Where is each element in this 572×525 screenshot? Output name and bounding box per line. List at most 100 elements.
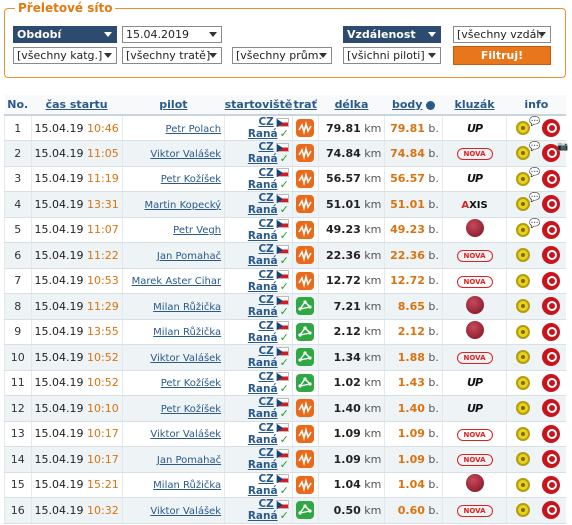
flight-detail-icon[interactable] xyxy=(516,503,531,518)
flight-detail-icon[interactable] xyxy=(516,121,531,135)
launch-site-link[interactable]: Raná xyxy=(248,510,278,522)
pilot-link[interactable]: Petr Vegh xyxy=(173,225,221,236)
track-icon[interactable] xyxy=(296,501,315,520)
launch-site-link[interactable]: Raná xyxy=(248,459,278,471)
flight-detail-icon[interactable] xyxy=(516,401,531,416)
pilot-link[interactable]: Milan Růžička xyxy=(153,302,221,313)
table-row[interactable]: 2 15.04.19 11:05 Viktor Valášek CZ Raná ✓ 74.8… xyxy=(4,140,568,167)
launch-site-link[interactable]: Raná xyxy=(248,179,278,191)
flight-detail-icon[interactable] xyxy=(516,452,531,467)
pilot-link[interactable]: Viktor Valášek xyxy=(150,506,221,517)
pilot-link[interactable]: Petr Kožíšek xyxy=(161,174,221,185)
launch-site-link[interactable]: Raná xyxy=(248,357,278,369)
table-row[interactable]: 8 15.04.19 11:29 Milan Růžička CZ Raná ✓ 7.21 … xyxy=(4,293,566,320)
table-row[interactable]: 14 15.04.19 10:17 Jan Pomahač CZ Raná ✓ 1.09 k… xyxy=(4,446,566,473)
pilot-link[interactable]: Jan Pomahač xyxy=(157,455,221,466)
pilot-select[interactable]: [všichni piloti] xyxy=(343,47,441,64)
flight-detail-icon[interactable] xyxy=(516,299,531,314)
track-icon[interactable] xyxy=(296,195,315,214)
magnifier-icon[interactable] xyxy=(542,373,561,392)
comment-icon[interactable]: 💬 xyxy=(529,193,540,203)
launch-site-link[interactable]: Raná xyxy=(248,434,278,446)
country-code[interactable]: CZ xyxy=(258,320,273,332)
distance-select[interactable]: Vzdálenost xyxy=(343,26,441,43)
comment-icon[interactable]: 💬 xyxy=(529,168,540,178)
table-row[interactable]: 7 15.04.19 10:53 Marek Aster Cihar CZ Raná ✓ 1… xyxy=(4,268,566,294)
country-code[interactable]: CZ xyxy=(258,192,273,204)
country-code[interactable]: CZ xyxy=(258,243,273,255)
pilot-link[interactable]: Jan Pomahač xyxy=(157,251,221,262)
country-code[interactable]: CZ xyxy=(258,498,273,510)
country-code[interactable]: CZ xyxy=(258,167,273,179)
track-icon[interactable] xyxy=(296,169,315,188)
launch-site-link[interactable]: Raná xyxy=(248,230,278,242)
table-row[interactable]: 12 15.04.19 10:10 Petr Kožíšek CZ Raná ✓ 1.40 … xyxy=(4,395,566,422)
flight-detail-icon[interactable] xyxy=(516,146,531,161)
magnifier-icon[interactable] xyxy=(542,195,561,214)
track-icon[interactable] xyxy=(296,271,315,290)
launch-site-link[interactable]: Raná xyxy=(248,306,278,318)
col-pilot[interactable]: pilot xyxy=(122,95,225,116)
table-row[interactable]: 3 15.04.19 11:19 Petr Kožíšek CZ Raná ✓ 56.57 … xyxy=(4,166,566,192)
magnifier-icon[interactable] xyxy=(542,450,561,469)
category-select[interactable]: [všechny katg.] xyxy=(13,47,117,64)
launch-site-link[interactable]: Raná xyxy=(248,281,278,293)
track-icon[interactable] xyxy=(296,220,315,239)
launch-site-link[interactable]: Raná xyxy=(248,408,278,420)
magnifier-icon[interactable] xyxy=(542,220,561,239)
col-points-label[interactable]: body xyxy=(392,98,422,111)
magnifier-icon[interactable] xyxy=(542,424,561,443)
pilot-link[interactable]: Viktor Valášek xyxy=(150,353,221,364)
country-code[interactable]: CZ xyxy=(258,116,273,128)
flight-detail-icon[interactable] xyxy=(516,477,531,492)
country-code[interactable]: CZ xyxy=(258,422,273,434)
flight-detail-icon[interactable] xyxy=(516,171,531,186)
flight-detail-icon[interactable] xyxy=(516,273,531,288)
pilot-link[interactable]: Viktor Valášek xyxy=(150,149,221,160)
filter-button[interactable]: Filtruj! xyxy=(453,46,551,65)
country-code[interactable]: CZ xyxy=(258,269,273,281)
country-code[interactable]: CZ xyxy=(258,396,273,408)
magnifier-icon[interactable] xyxy=(542,475,561,494)
comment-icon[interactable]: 💬 xyxy=(529,117,540,127)
track-icon[interactable] xyxy=(296,373,315,392)
magnifier-icon[interactable] xyxy=(542,348,561,367)
magnifier-icon[interactable] xyxy=(542,322,561,341)
launch-site-link[interactable]: Raná xyxy=(248,204,278,216)
pilot-link[interactable]: Milan Růžička xyxy=(153,480,221,491)
distance-range-select[interactable]: [všechny vzdál. xyxy=(453,26,551,43)
comment-icon[interactable]: 💬 xyxy=(529,142,540,152)
track-icon[interactable] xyxy=(296,144,315,163)
track-icon[interactable] xyxy=(296,399,315,418)
track-select[interactable]: [všechny tratě] xyxy=(122,47,222,64)
pilot-link[interactable]: Viktor Valášek xyxy=(150,429,221,440)
period-select[interactable]: Období xyxy=(13,26,117,43)
table-row[interactable]: 10 15.04.19 10:52 Viktor Valášek CZ Raná ✓ 1.3… xyxy=(4,344,566,371)
magnifier-icon[interactable] xyxy=(542,169,561,188)
track-icon[interactable] xyxy=(296,450,315,469)
col-glider[interactable]: kluzák xyxy=(442,95,507,116)
track-icon[interactable] xyxy=(296,119,315,137)
country-code[interactable]: CZ xyxy=(258,218,273,230)
table-row[interactable]: 6 15.04.19 11:22 Jan Pomahač CZ Raná ✓ 22.36 k… xyxy=(4,242,566,269)
col-points[interactable]: body xyxy=(384,95,443,116)
country-code[interactable]: CZ xyxy=(258,473,273,485)
table-row[interactable]: 16 15.04.19 10:32 Viktor Valášek CZ Raná ✓ 0.5… xyxy=(4,497,566,524)
flight-detail-icon[interactable] xyxy=(516,222,531,237)
table-row[interactable]: 13 15.04.19 10:17 Viktor Valášek CZ Raná ✓ 1.0… xyxy=(4,421,566,447)
comment-icon[interactable]: 💬 xyxy=(529,219,540,229)
flight-detail-icon[interactable] xyxy=(516,197,531,212)
magnifier-icon[interactable] xyxy=(542,246,561,265)
flight-detail-icon[interactable] xyxy=(516,426,531,441)
pilot-link[interactable]: Martin Kopecký xyxy=(144,200,221,211)
launch-site-link[interactable]: Raná xyxy=(248,128,278,140)
table-row[interactable]: 11 15.04.19 10:52 Petr Kožíšek CZ Raná ✓ 1.02 … xyxy=(4,370,566,396)
flight-detail-icon[interactable] xyxy=(516,324,531,339)
track-icon[interactable] xyxy=(296,475,315,494)
launch-site-link[interactable]: Raná xyxy=(248,153,278,165)
table-row[interactable]: 1 15.04.19 10:46 Petr Polach CZ Raná ✓ 79.81 k… xyxy=(4,115,566,141)
col-length[interactable]: délka xyxy=(318,95,385,116)
pilot-link[interactable]: Petr Kožíšek xyxy=(161,404,221,415)
magnifier-icon[interactable] xyxy=(542,297,561,316)
launch-site-link[interactable]: Raná xyxy=(248,255,278,267)
